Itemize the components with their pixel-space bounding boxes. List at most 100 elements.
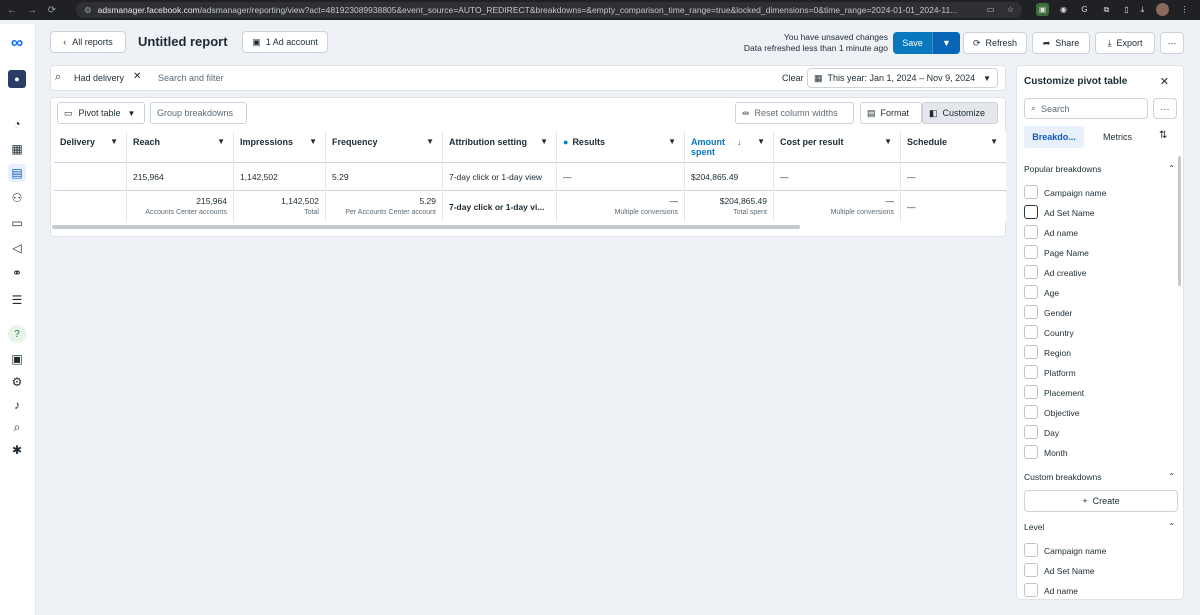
column-header-impressions[interactable]: Impressions ▼ [234,131,326,163]
all-tools-icon[interactable]: ☰ [8,291,26,309]
create-button[interactable]: + Create [1024,490,1178,512]
checkbox-ad-name[interactable] [1024,225,1038,239]
checkbox-region[interactable] [1024,345,1038,359]
refresh-button[interactable]: ⟳ Refresh [963,32,1027,54]
chevron-up-icon[interactable]: ⌃ [1168,472,1175,481]
column-header-frequency[interactable]: Frequency ▼ [326,131,443,163]
panel-scrollbar[interactable] [1178,156,1181,286]
column-header-results[interactable]: ● Results ▼ [557,131,685,163]
level-header[interactable]: Level [1024,522,1044,532]
bell-icon[interactable]: ♪ [8,396,26,414]
save-dropdown-button[interactable]: ▼ [933,32,960,54]
checkbox-placement[interactable] [1024,385,1038,399]
checkbox-page-name[interactable] [1024,245,1038,259]
news-icon[interactable]: ▣ [8,350,26,368]
reload-icon[interactable]: ⟳ [44,5,60,16]
business-icon[interactable]: ⚭ [8,264,26,282]
sort-icon[interactable]: ⇅ [1159,130,1167,141]
tab-metrics[interactable]: Metrics [1103,132,1132,142]
sidebar-icon[interactable]: ▯ [1120,3,1133,16]
extension-icon[interactable]: G [1078,3,1091,16]
checkbox-day[interactable] [1024,425,1038,439]
chevron-up-icon[interactable]: ⌃ [1168,164,1175,173]
ad-account-button[interactable]: ▣ 1 Ad account [242,31,328,53]
panel-more-button[interactable]: ··· [1153,98,1177,119]
caret-down-icon[interactable]: ▼ [757,137,765,147]
checkbox-month[interactable] [1024,445,1038,459]
checkbox-ad-creative[interactable] [1024,265,1038,279]
horizontal-scrollbar[interactable] [52,225,800,229]
caret-down-icon[interactable]: ▼ [990,137,998,146]
caret-down-icon[interactable]: ▼ [110,137,118,146]
caret-down-icon[interactable]: ▼ [540,137,548,146]
checkbox-ad-set-name[interactable] [1024,205,1038,219]
save-button[interactable]: Save [893,32,933,54]
close-icon[interactable]: ✕ [133,71,141,82]
close-icon[interactable]: ✕ [1160,75,1169,88]
checkbox-campaign-name[interactable] [1024,185,1038,199]
page-title[interactable]: Untitled report [138,34,228,49]
column-header-cost-per-result[interactable]: Cost per result ▼ [774,131,901,163]
caret-down-icon[interactable]: ▼ [217,137,225,146]
reset-column-widths-button[interactable]: ⇹ Reset column widths [735,102,854,124]
gear-icon[interactable]: ⚙ [8,373,26,391]
bookmark-star-icon[interactable]: ☆ [1004,3,1017,16]
checkbox-age[interactable] [1024,285,1038,299]
download-icon[interactable]: ⤓ [1136,3,1149,16]
save-split-button[interactable]: Save ▼ [893,32,960,54]
table-icon[interactable]: ▦ [8,140,26,158]
help-icon[interactable]: ? [8,325,26,343]
megaphone-icon[interactable]: ◁ [8,239,26,257]
caret-down-icon[interactable]: ▼ [426,137,434,146]
meta-logo-icon[interactable]: ∞ [8,33,26,52]
menu-icon[interactable]: ⋮ [1178,3,1191,16]
group-breakdowns-button[interactable]: Group breakdowns [150,102,247,124]
caret-down-icon[interactable]: ▼ [668,137,676,146]
filter-chip[interactable]: Had delivery [74,73,124,83]
column-header-amount-spent[interactable]: Amount spent ↓ ▼ [685,131,774,163]
column-header-attribution[interactable]: Attribution setting ▼ [443,131,557,163]
search-filter-input[interactable]: Search and filter [158,73,224,83]
reports-icon[interactable]: ▤ [8,164,26,182]
site-info-icon[interactable]: ⚙ [84,5,92,16]
caret-down-icon[interactable]: ▼ [884,137,892,146]
panel-search-input[interactable]: ⌕ Search [1024,98,1148,119]
column-header-reach[interactable]: Reach ▼ [127,131,234,163]
checkbox-level-campaign-name[interactable] [1024,543,1038,557]
sort-down-icon[interactable]: ↓ [737,137,742,147]
tab-breakdowns[interactable]: Breakdo... [1024,126,1084,148]
profile-avatar[interactable] [1156,3,1169,16]
checkbox-objective[interactable] [1024,405,1038,419]
pivot-table-button[interactable]: ▭ Pivot table ▼ [57,102,145,124]
bug-icon[interactable]: ✱ [8,441,26,459]
checkbox-level-ad-set-name[interactable] [1024,563,1038,577]
format-button[interactable]: ▤ Format [860,102,922,124]
more-options-button[interactable]: ··· [1160,32,1184,54]
custom-breakdowns-header[interactable]: Custom breakdowns [1024,472,1101,482]
address-bar[interactable]: ⚙ adsmanager.facebook.com /adsmanager/re… [76,2,1022,18]
billing-icon[interactable]: ▭ [8,214,26,232]
checkbox-platform[interactable] [1024,365,1038,379]
back-arrow-icon[interactable]: ← [4,5,20,16]
caret-down-icon[interactable]: ▼ [309,137,317,146]
clear-button[interactable]: Clear [782,73,804,83]
account-avatar[interactable]: ● [8,70,26,88]
date-range-picker[interactable]: ▦ This year: Jan 1, 2024 – Nov 9, 2024 ▼ [807,68,998,88]
puzzle-icon[interactable]: ⧉ [1100,3,1113,16]
checkbox-level-ad-name[interactable] [1024,583,1038,597]
cast-icon[interactable]: ▭ [984,3,997,16]
extension-icon[interactable]: ◉ [1057,3,1070,16]
column-header-schedule[interactable]: Schedule ▼ [901,131,1006,163]
extension-icon[interactable]: ▣ [1036,3,1049,16]
customize-button[interactable]: ◧ Customize [922,102,998,124]
checkbox-gender[interactable] [1024,305,1038,319]
search-icon[interactable]: ⌕ [8,418,26,436]
column-header-delivery[interactable]: Delivery ▼ [54,131,127,163]
dashboard-icon[interactable]: ◔ [8,115,26,133]
forward-arrow-icon[interactable]: → [24,5,40,16]
chevron-up-icon[interactable]: ⌃ [1168,522,1175,531]
popular-breakdowns-header[interactable]: Popular breakdowns [1024,164,1102,174]
all-reports-button[interactable]: ‹ All reports [50,31,126,53]
audiences-icon[interactable]: ⚇ [8,189,26,207]
checkbox-country[interactable] [1024,325,1038,339]
